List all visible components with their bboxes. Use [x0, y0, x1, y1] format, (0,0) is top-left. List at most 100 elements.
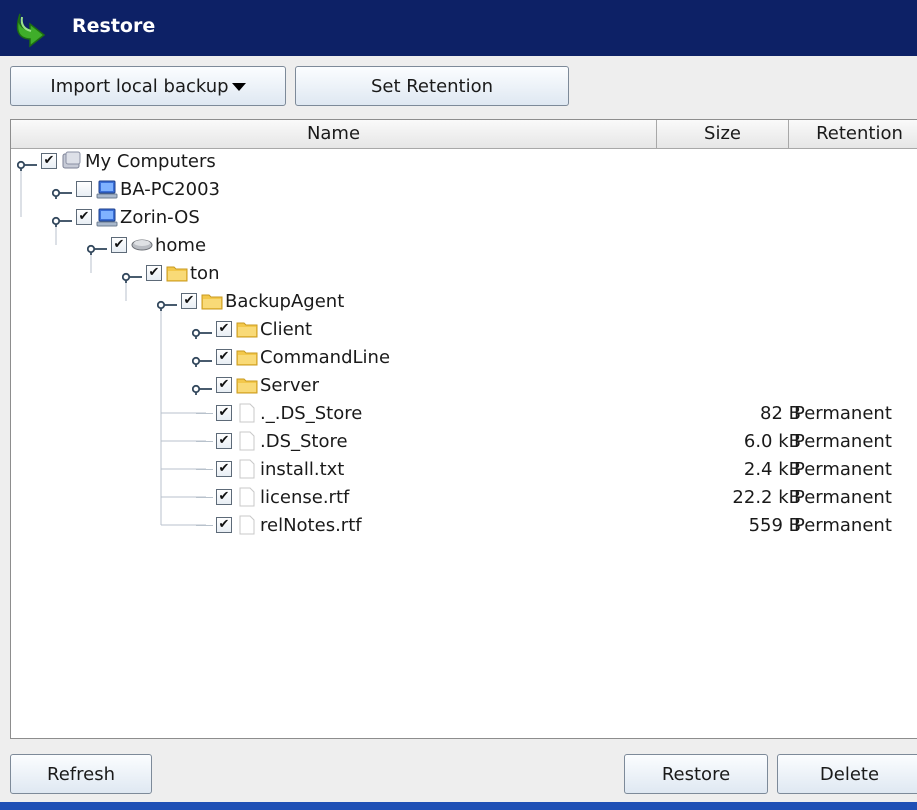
retention-cell: Permanent [794, 431, 892, 452]
tree-expander-icon[interactable] [121, 267, 144, 283]
tree-item-label: My Computers [85, 151, 216, 172]
tree-item-label: ._.DS_Store [260, 403, 363, 424]
tree-item-label: install.txt [260, 459, 345, 480]
tree-item-label: relNotes.rtf [260, 515, 362, 536]
size-cell: 22.2 kB [732, 487, 801, 508]
monitor-icon [96, 179, 118, 199]
tree-expander-icon[interactable] [191, 379, 214, 395]
tree-checkbox[interactable]: ✔ [216, 349, 232, 365]
tree-checkbox[interactable] [76, 181, 92, 197]
tree-checkbox[interactable]: ✔ [146, 265, 162, 281]
tree-checkbox[interactable]: ✔ [216, 433, 232, 449]
tree-row[interactable]: ✔ Client [11, 316, 917, 344]
title-bar: Restore [0, 0, 917, 56]
tree-item-label: home [155, 235, 207, 256]
backup-tree-table[interactable]: Name Size Retention ✔ My Computers BA-PC20… [10, 119, 917, 739]
file-icon [236, 487, 258, 507]
tree-item-label: license.rtf [260, 487, 350, 508]
folder-icon [236, 375, 258, 395]
tree-row[interactable]: ✔ ton [11, 260, 917, 288]
tree-expander-icon[interactable] [156, 295, 179, 311]
tree-row[interactable]: ✔ Server [11, 372, 917, 400]
import-local-backup-button[interactable]: Import local backup [10, 66, 286, 106]
size-cell: 6.0 kB [743, 431, 801, 452]
restore-arrow-icon [16, 13, 46, 48]
tree-leaf-connector [196, 469, 213, 470]
delete-label: Delete [819, 763, 880, 785]
column-header-name[interactable]: Name [11, 120, 657, 148]
import-label: Import local backup [50, 75, 229, 97]
tree-item-label: Client [260, 319, 313, 340]
column-header-size[interactable]: Size [657, 120, 789, 148]
tree-row[interactable]: ✔ My Computers [11, 148, 917, 176]
retention-cell: Permanent [794, 487, 892, 508]
file-icon [236, 515, 258, 535]
tree-checkbox[interactable]: ✔ [216, 377, 232, 393]
folder-icon [236, 319, 258, 339]
dropdown-arrow-icon [231, 83, 246, 91]
bottom-button-bar: Refresh Restore Delete [0, 740, 917, 802]
retention-cell: Permanent [794, 515, 892, 536]
tree-leaf-connector [196, 525, 213, 526]
tree-row[interactable]: BA-PC2003 [11, 176, 917, 204]
restore-button[interactable]: Restore [624, 754, 768, 794]
tree-row[interactable]: ✔ ._.DS_Store 82 B Permanent [11, 400, 917, 428]
retention-cell: Permanent [794, 459, 892, 480]
file-icon [236, 431, 258, 451]
file-icon [236, 459, 258, 479]
tree-row[interactable]: ✔ home [11, 232, 917, 260]
tree-row[interactable]: ✔ Zorin-OS [11, 204, 917, 232]
folder-icon [201, 291, 223, 311]
tree-item-label: CommandLine [260, 347, 391, 368]
column-header-retention[interactable]: Retention [789, 120, 917, 148]
tree-row[interactable]: ✔ install.txt 2.4 kB Permanent [11, 456, 917, 484]
monitor-icon [96, 207, 118, 227]
tree-expander-icon[interactable] [51, 183, 74, 199]
restore-label: Restore [661, 763, 731, 785]
tree-body: ✔ My Computers BA-PC2003 ✔ Zorin-OS ✔ home ✔ ton… [11, 148, 917, 738]
tree-checkbox[interactable]: ✔ [216, 461, 232, 477]
set-retention-button[interactable]: Set Retention [295, 66, 569, 106]
table-header: Name Size Retention [11, 120, 917, 149]
tree-item-label: .DS_Store [260, 431, 348, 452]
tree-row[interactable]: ✔ BackupAgent [11, 288, 917, 316]
tree-item-label: Zorin-OS [120, 207, 200, 228]
tree-checkbox[interactable]: ✔ [216, 517, 232, 533]
tree-row[interactable]: ✔ .DS_Store 6.0 kB Permanent [11, 428, 917, 456]
tree-item-label: ton [190, 263, 220, 284]
refresh-button[interactable]: Refresh [10, 754, 152, 794]
drive-icon [131, 235, 153, 255]
delete-button[interactable]: Delete [777, 754, 917, 794]
tree-expander-icon[interactable] [51, 211, 74, 227]
tree-leaf-connector [196, 497, 213, 498]
toolbar: Import local backup Set Retention [0, 56, 917, 116]
tree-item-label: BA-PC2003 [120, 179, 220, 200]
tree-expander-icon[interactable] [191, 323, 214, 339]
tree-checkbox[interactable]: ✔ [216, 405, 232, 421]
tree-leaf-connector [196, 441, 213, 442]
size-cell: 2.4 kB [743, 459, 801, 480]
tree-checkbox[interactable]: ✔ [76, 209, 92, 225]
folder-icon [236, 347, 258, 367]
file-icon [236, 403, 258, 423]
tree-row[interactable]: ✔ relNotes.rtf 559 B Permanent [11, 512, 917, 540]
refresh-label: Refresh [47, 763, 115, 785]
folder-icon [166, 263, 188, 283]
tree-checkbox[interactable]: ✔ [216, 321, 232, 337]
computers-icon [61, 151, 83, 171]
tree-leaf-connector [196, 413, 213, 414]
tree-checkbox[interactable]: ✔ [216, 489, 232, 505]
tree-expander-icon[interactable] [86, 239, 109, 255]
tree-row[interactable]: ✔ CommandLine [11, 344, 917, 372]
tree-expander-icon[interactable] [191, 351, 214, 367]
tree-item-label: BackupAgent [225, 291, 345, 312]
tree-row[interactable]: ✔ license.rtf 22.2 kB Permanent [11, 484, 917, 512]
tree-checkbox[interactable]: ✔ [181, 293, 197, 309]
tree-checkbox[interactable]: ✔ [111, 237, 127, 253]
tree-item-label: Server [260, 375, 320, 396]
tree-checkbox[interactable]: ✔ [41, 153, 57, 169]
retention-cell: Permanent [794, 403, 892, 424]
window-title: Restore [72, 15, 156, 37]
tree-expander-icon[interactable] [16, 155, 39, 171]
set-retention-label: Set Retention [370, 75, 494, 97]
